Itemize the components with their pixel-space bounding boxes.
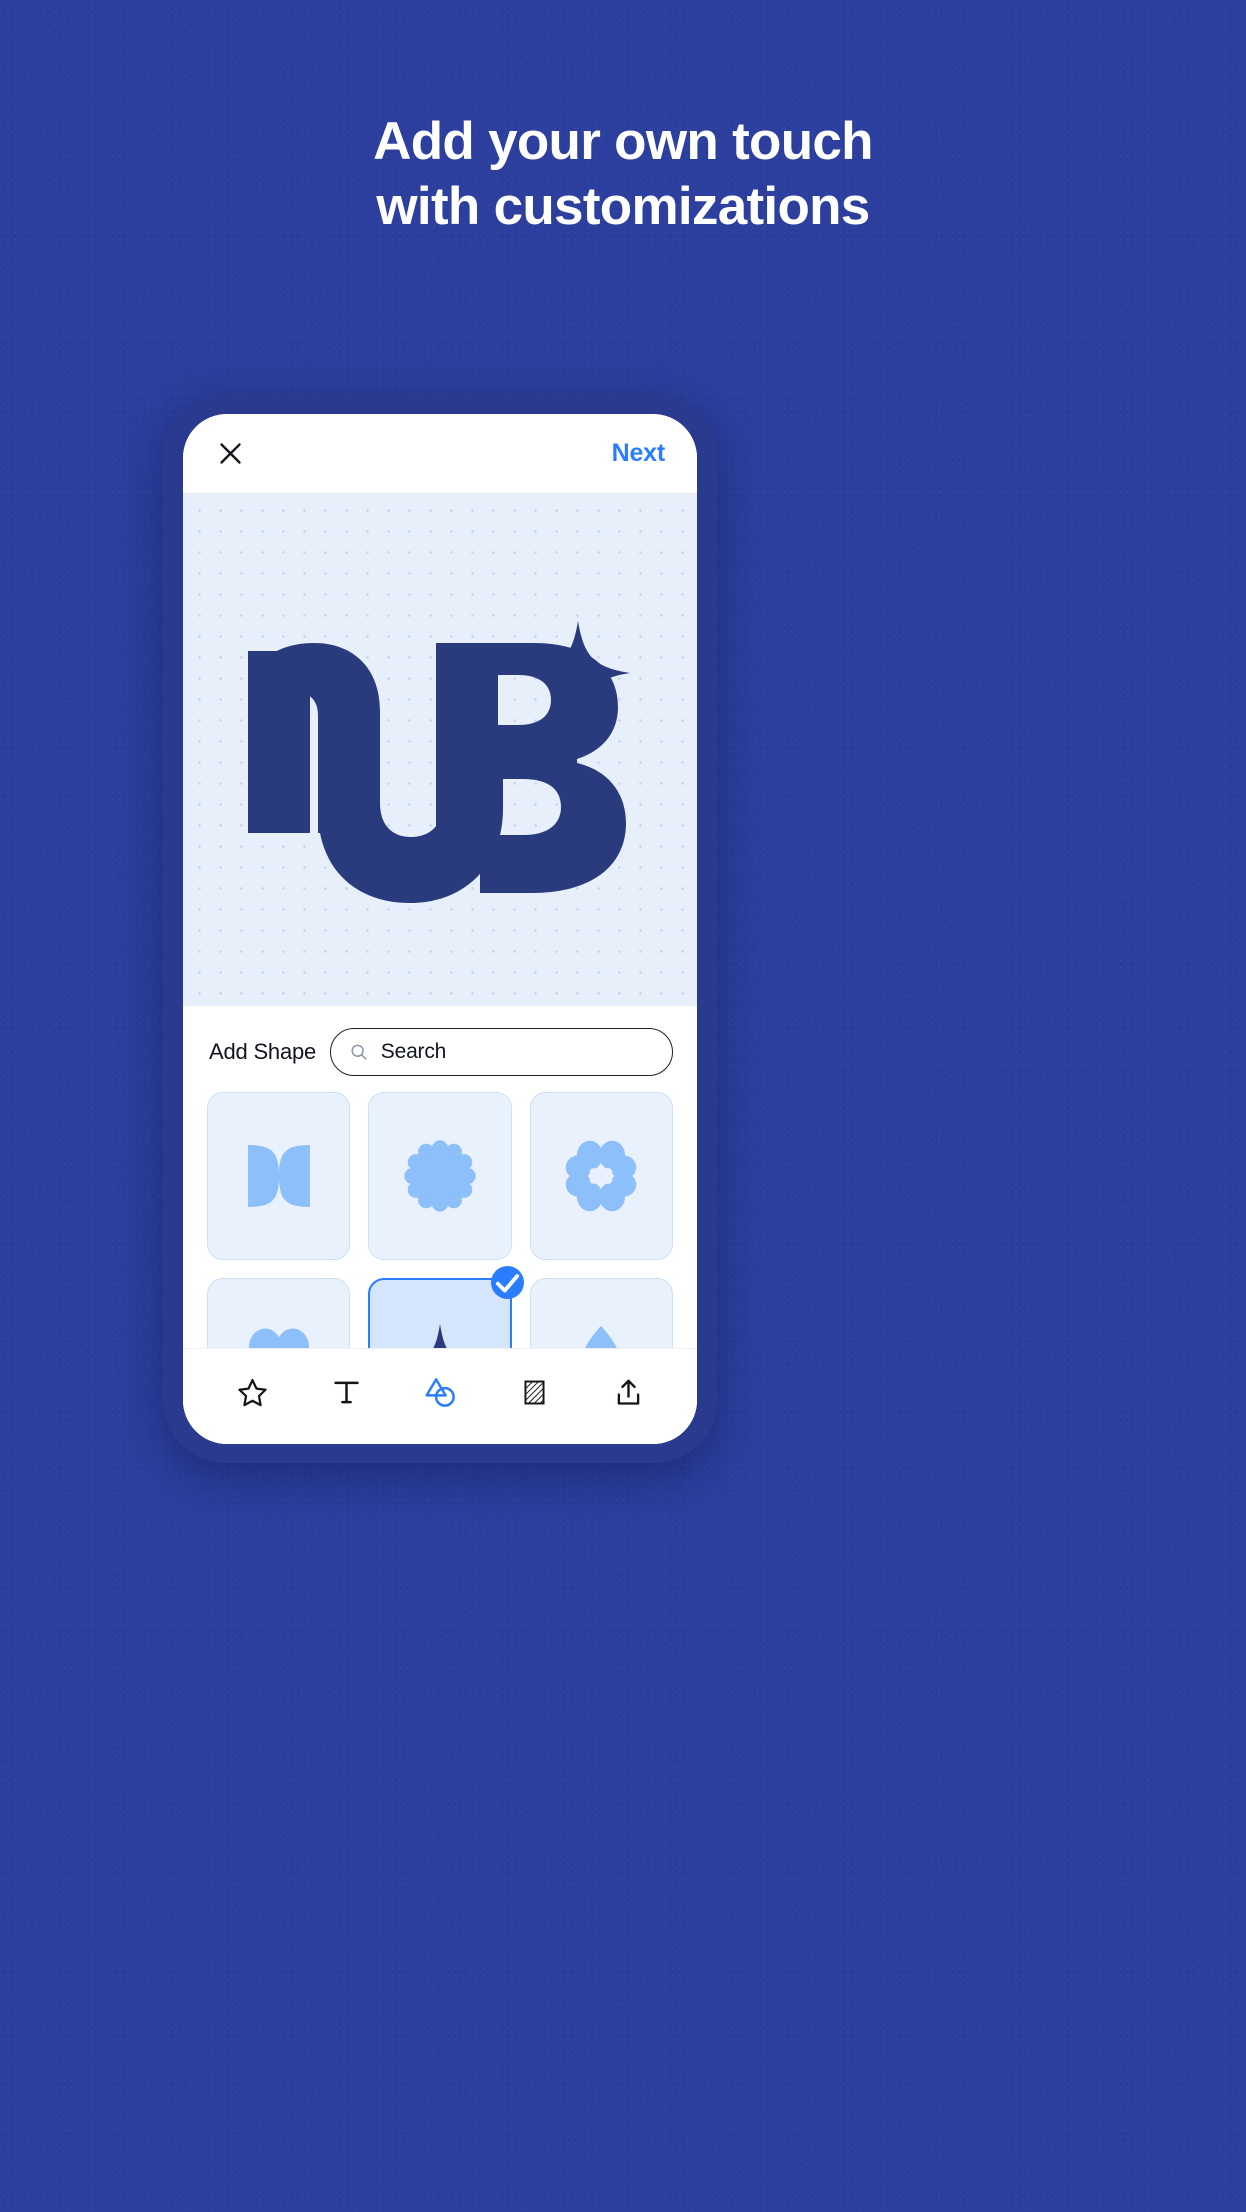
three-leaf-trefoil-icon — [585, 1325, 618, 1348]
shape-panel: Add Shape — [183, 1006, 697, 1444]
app-top-bar: Next — [183, 414, 697, 494]
shape-grid — [207, 1092, 673, 1348]
design-canvas[interactable] — [183, 494, 697, 1006]
tool-texture[interactable] — [506, 1365, 562, 1421]
hatch-icon — [523, 1380, 545, 1405]
shapes-icon — [424, 1378, 455, 1407]
search-input[interactable] — [380, 1040, 654, 1064]
text-t-icon — [333, 1381, 359, 1404]
page-title: Add your own touch with customizations — [0, 110, 1246, 239]
add-shape-label: Add Shape — [209, 1039, 317, 1064]
selected-check-badge — [490, 1266, 524, 1299]
close-button[interactable] — [213, 437, 247, 471]
shape-panel-header: Add Shape — [183, 1006, 697, 1092]
four-leaf-clover-icon — [248, 1328, 309, 1348]
search-icon — [351, 1044, 367, 1060]
upload-icon — [617, 1379, 639, 1405]
headline-line-2: with customizations — [376, 176, 870, 236]
four-petal-inward-icon — [247, 1145, 310, 1207]
nb-monogram-icon — [248, 621, 630, 903]
tool-stickers[interactable] — [224, 1365, 280, 1421]
shape-card-cog-blob[interactable] — [368, 1092, 512, 1260]
shape-grid-scroll[interactable] — [183, 1092, 697, 1348]
shape-card-clover-four[interactable] — [207, 1278, 351, 1348]
shape-card-sparkle-star[interactable] — [368, 1266, 524, 1348]
four-point-star-icon — [433, 1324, 447, 1348]
star-icon — [237, 1379, 267, 1407]
close-icon — [219, 443, 241, 464]
tool-export[interactable] — [600, 1365, 656, 1421]
phone-mockup: Next Add Shape Search — [163, 393, 717, 1463]
promo-screen: Add your own touch with customizations N… — [0, 0, 1246, 2212]
check-icon — [495, 1273, 519, 1292]
headline-line-1: Add your own touch — [373, 112, 873, 171]
logo-artwork[interactable] — [183, 494, 697, 1006]
editor-toolbar — [183, 1348, 697, 1444]
next-button[interactable]: Next — [612, 439, 666, 468]
search-field[interactable] — [330, 1028, 673, 1076]
shape-card-trefoil[interactable] — [529, 1278, 673, 1348]
tool-shapes[interactable] — [412, 1365, 468, 1421]
shape-card-flower-ring[interactable] — [529, 1092, 673, 1260]
twelve-lobe-blob-icon — [404, 1140, 476, 1212]
tool-text[interactable] — [318, 1365, 374, 1421]
eight-petal-ring-icon — [566, 1140, 637, 1212]
shape-card-quatrefoil-inward[interactable] — [207, 1092, 351, 1260]
phone-screen: Next Add Shape Search — [183, 414, 697, 1444]
